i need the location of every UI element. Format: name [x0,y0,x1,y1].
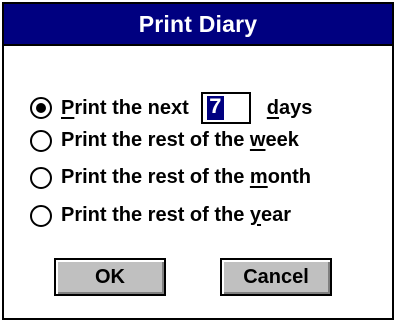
radio-print-rest-year[interactable] [30,204,52,227]
ok-button-label: OK [95,265,125,288]
option-label-text: onth [267,166,312,188]
option-print-rest-month[interactable]: Print the rest of the month [30,166,311,189]
option-label-text: ear [261,204,292,226]
option-label-month: Print the rest of the month [61,166,311,189]
days-value: 7 [206,95,224,120]
dialog-title: Print Diary [138,10,258,37]
radio-print-next-days[interactable] [30,97,52,119]
option-label-text: Print the rest of the [61,129,250,151]
option-label-print-next: Print the next [61,97,189,120]
option-label-text: eek [265,129,299,151]
option-print-next-days[interactable]: Print the next 7 days [30,92,312,124]
days-label-text: ays [279,96,313,119]
mnemonic-y: y [249,204,262,226]
mnemonic-p: P [61,96,75,119]
ok-button[interactable]: OK [54,258,166,296]
option-label-year: Print the rest of the year [61,204,291,227]
option-label-text: rint the next [74,96,189,119]
days-input[interactable]: 7 [200,92,251,124]
option-label-text: Print the rest of the [61,204,250,226]
option-print-rest-week[interactable]: Print the rest of the week [30,129,299,152]
radio-print-rest-month[interactable] [30,166,52,189]
cancel-button[interactable]: Cancel [220,258,332,296]
option-label-week: Print the rest of the week [61,129,299,152]
dialog-title-bar[interactable]: Print Diary [4,4,392,46]
option-print-rest-year[interactable]: Print the rest of the year [30,204,291,227]
print-diary-dialog: Print Diary Print the next 7 days Print … [2,2,394,320]
mnemonic-d: d [266,96,280,119]
days-label: days [267,97,313,120]
radio-print-rest-week[interactable] [30,129,52,152]
mnemonic-w: w [249,129,266,151]
mnemonic-m: m [249,166,268,188]
option-label-text: Print the rest of the [61,166,250,188]
cancel-button-label: Cancel [243,265,309,288]
